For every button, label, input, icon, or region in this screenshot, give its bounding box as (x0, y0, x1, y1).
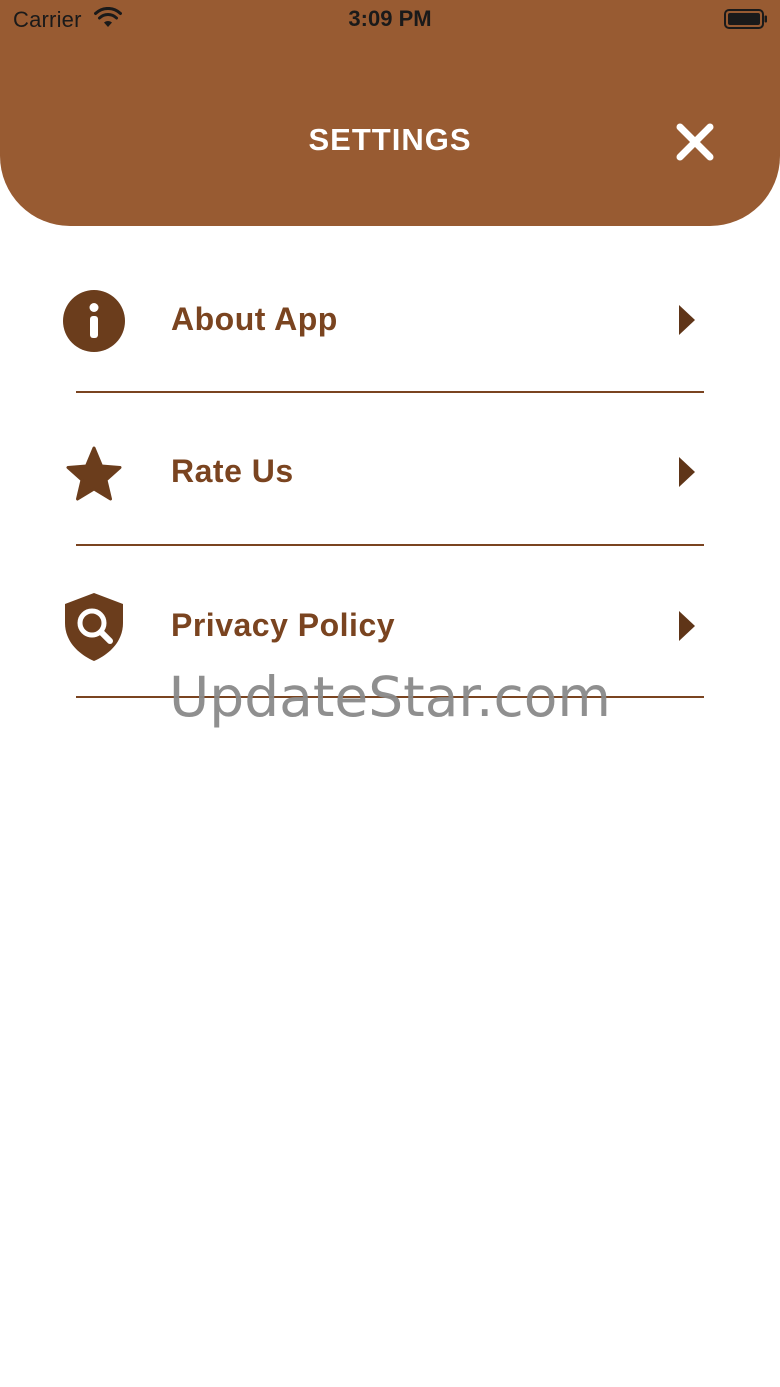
close-button[interactable] (670, 117, 720, 167)
watermark: UpdateStar.com (169, 665, 611, 729)
chevron-right-icon (679, 305, 695, 335)
settings-screen: Carrier 3:09 PM SETTINGS About App Rate … (0, 0, 780, 1387)
menu-item-label: Privacy Policy (171, 607, 396, 643)
divider (76, 391, 704, 393)
chevron-right-icon (679, 457, 695, 487)
header: Carrier 3:09 PM SETTINGS (0, 0, 780, 226)
shield-search-icon (65, 593, 123, 661)
divider (76, 544, 704, 546)
battery-icon (724, 9, 767, 29)
chevron-right-icon (679, 611, 695, 641)
star-icon (66, 446, 122, 501)
menu-item-label: About App (171, 301, 338, 337)
status-bar: Carrier 3:09 PM (0, 0, 780, 40)
info-icon (63, 290, 125, 352)
page-title: SETTINGS (308, 122, 472, 157)
menu-item-rate-us[interactable]: Rate Us (0, 397, 780, 549)
menu-item-label: Rate Us (171, 453, 294, 489)
menu-item-about-app[interactable]: About App (0, 245, 780, 397)
close-icon (676, 123, 714, 161)
status-time: 3:09 PM (348, 6, 432, 31)
